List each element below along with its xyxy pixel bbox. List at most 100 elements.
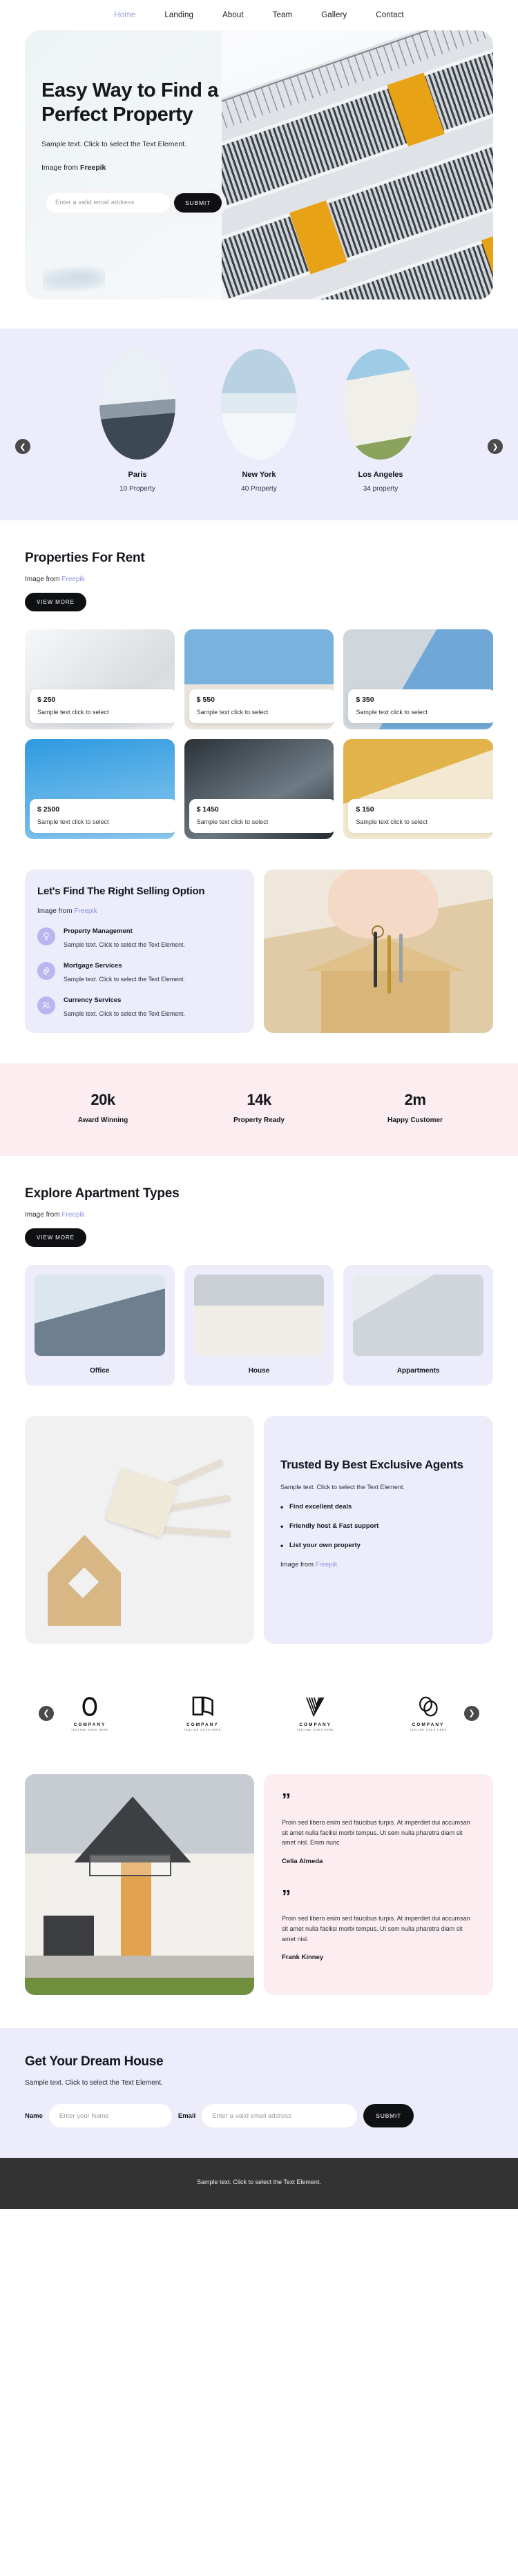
lightbulb-icon [37, 927, 55, 946]
nav-item-about[interactable]: About [222, 11, 244, 19]
property-card[interactable]: $ 2500 Sample text click to select [25, 739, 175, 839]
apartment-type-card-appartments[interactable]: Appartments [343, 1265, 493, 1386]
properties-title: Properties For Rent [25, 551, 145, 565]
list-item: Find excellent deals [280, 1502, 477, 1512]
property-card[interactable]: $ 350 Sample text click to select [343, 629, 493, 729]
hero-section: Easy Way to Find a Perfect Property Samp… [0, 30, 518, 328]
list-item: Friendly host & Fast support [280, 1522, 477, 1531]
property-price: $ 1450 [196, 805, 219, 814]
credit-link[interactable]: Freepik [316, 1561, 338, 1569]
apartment-types-section: Explore Apartment Types Image from Freep… [0, 1156, 518, 1996]
feature-text: Sample text. Click to select the Text El… [64, 975, 185, 983]
stat-label: Happy Customer [387, 1117, 443, 1125]
trusted-image-credit: Image from Freepik [280, 1561, 477, 1569]
nav-item-gallery[interactable]: Gallery [321, 11, 347, 19]
gear-icon [37, 961, 55, 980]
footer-text: Sample text. Click to select the Text El… [197, 2179, 321, 2186]
stat-item-happy-customer: 2m Happy Customer [337, 1091, 493, 1124]
stats-section: 20k Award Winning 14k Property Ready 2m … [0, 1063, 518, 1157]
property-price: $ 2500 [37, 805, 60, 814]
properties-grid: $ 250 Sample text click to select $ 550 … [25, 629, 493, 839]
hero-submit-button[interactable]: SUBMIT [174, 193, 222, 213]
property-description: Sample text click to select [37, 818, 109, 825]
city-card-los-angeles[interactable]: Los Angeles 34 property [343, 349, 419, 493]
logo-carousel-prev-icon[interactable]: ❮ [39, 1705, 54, 1721]
apartment-type-card-house[interactable]: House [184, 1265, 334, 1386]
quote-mark-icon: ” [282, 1885, 291, 1907]
page-footer: Sample text. Click to select the Text El… [0, 2158, 518, 2210]
apartment-type-image [353, 1275, 483, 1357]
testimonial-frank-kinney: ” Proin sed libero enim sed faucibus tur… [282, 1885, 475, 1962]
selling-option-card: Let's Find The Right Selling Option Imag… [25, 869, 254, 1034]
nav-item-team[interactable]: Team [273, 11, 293, 19]
cta-title: Get Your Dream House [25, 2054, 164, 2069]
trusted-agents-subtitle: Sample text. Click to select the Text El… [280, 1484, 405, 1491]
partner-logo-tagline: TAGLINE GOES HERE [296, 1729, 334, 1732]
feature-title: Mortgage Services [64, 961, 122, 970]
trusted-agents-section: Trusted By Best Exclusive Agents Sample … [25, 1416, 493, 1644]
cta-email-input[interactable] [202, 2104, 358, 2128]
property-price: $ 550 [196, 696, 215, 704]
apartments-view-more-button[interactable]: VIEW MORE [25, 1228, 86, 1248]
partner-logo-3[interactable]: COMPANY TAGLINE GOES HERE [291, 1695, 340, 1731]
main-navigation: Home Landing About Team Gallery Contact [0, 0, 518, 30]
partner-logo-2[interactable]: COMPANY TAGLINE GOES HERE [178, 1695, 227, 1731]
city-carousel-prev-icon[interactable]: ❮ [15, 439, 30, 454]
stat-number: 20k [90, 1091, 115, 1109]
testimonial-text: Proin sed libero enim sed faucibus turpi… [282, 1915, 470, 1943]
property-description: Sample text click to select [196, 709, 269, 716]
testimonial-author: Frank Kinney [282, 1954, 324, 1962]
cta-name-input[interactable] [48, 2104, 172, 2128]
testimonial-house-image [25, 1774, 254, 1996]
credit-link[interactable]: Freepik [61, 1211, 84, 1219]
stat-number: 2m [404, 1091, 426, 1109]
property-description: Sample text click to select [356, 709, 428, 716]
city-property-count: 10 Property [119, 485, 155, 493]
double-ring-logo-icon [403, 1695, 453, 1718]
hero-email-input[interactable] [46, 193, 171, 213]
city-image-paris [99, 349, 175, 460]
logo-carousel-next-icon[interactable]: ❯ [464, 1705, 479, 1721]
hero-card: Easy Way to Find a Perfect Property Samp… [25, 30, 493, 299]
properties-view-more-button[interactable]: VIEW MORE [25, 593, 86, 611]
partner-logo-4[interactable]: COMPANY TAGLINE GOES HERE [403, 1695, 453, 1731]
city-image-los-angeles [343, 349, 419, 460]
property-card[interactable]: $ 150 Sample text click to select [343, 739, 493, 839]
v-lines-logo-icon [291, 1695, 340, 1718]
cta-email-label: Email [178, 2112, 196, 2120]
feature-currency-services: Currency Services Sample text. Click to … [37, 996, 242, 1019]
city-name: Los Angeles [358, 471, 403, 479]
feature-mortgage-services: Mortgage Services Sample text. Click to … [37, 961, 242, 984]
nav-item-contact[interactable]: Contact [376, 11, 403, 19]
partner-logo-tagline: TAGLINE GOES HERE [70, 1729, 109, 1732]
nav-item-landing[interactable]: Landing [164, 11, 193, 19]
property-card[interactable]: $ 250 Sample text click to select [25, 629, 175, 729]
partner-logo-name: COMPANY [412, 1722, 445, 1728]
credit-link[interactable]: Freepik [61, 576, 84, 583]
partner-logo-name: COMPANY [299, 1722, 332, 1728]
city-carousel-next-icon[interactable]: ❯ [488, 439, 503, 454]
partner-logo-1[interactable]: COMPANY TAGLINE GOES HERE [65, 1695, 115, 1731]
cta-submit-button[interactable]: SUBMIT [363, 2104, 414, 2128]
credit-link[interactable]: Freepik [74, 907, 97, 915]
partner-logo-tagline: TAGLINE GOES HERE [184, 1729, 222, 1732]
city-card-paris[interactable]: Paris 10 Property [99, 349, 175, 493]
property-card[interactable]: $ 550 Sample text click to select [184, 629, 334, 729]
city-card-new-york[interactable]: New York 40 Property [221, 349, 297, 493]
hero-subtitle: Sample text. Click to select the Text El… [41, 139, 186, 148]
property-price: $ 150 [356, 805, 374, 814]
partner-logo-tagline: TAGLINE GOES HERE [409, 1729, 448, 1732]
apartment-type-card-office[interactable]: Office [25, 1265, 175, 1386]
partner-logo-name: COMPANY [73, 1722, 106, 1728]
cloud-decoration [43, 266, 105, 291]
stat-label: Property Ready [233, 1117, 285, 1125]
apartment-types-grid: Office House Appartments [25, 1265, 493, 1386]
feature-property-management: Property Management Sample text. Click t… [37, 927, 242, 950]
hero-credit-link[interactable]: Freepik [80, 164, 106, 172]
property-card[interactable]: $ 1450 Sample text click to select [184, 739, 334, 839]
apartment-types-title: Explore Apartment Types [25, 1186, 180, 1201]
nav-item-home[interactable]: Home [114, 11, 135, 19]
properties-for-rent-section: Properties For Rent Image from Freepik V… [0, 520, 518, 1034]
property-description: Sample text click to select [37, 709, 109, 716]
city-property-count: 40 Property [241, 485, 277, 493]
